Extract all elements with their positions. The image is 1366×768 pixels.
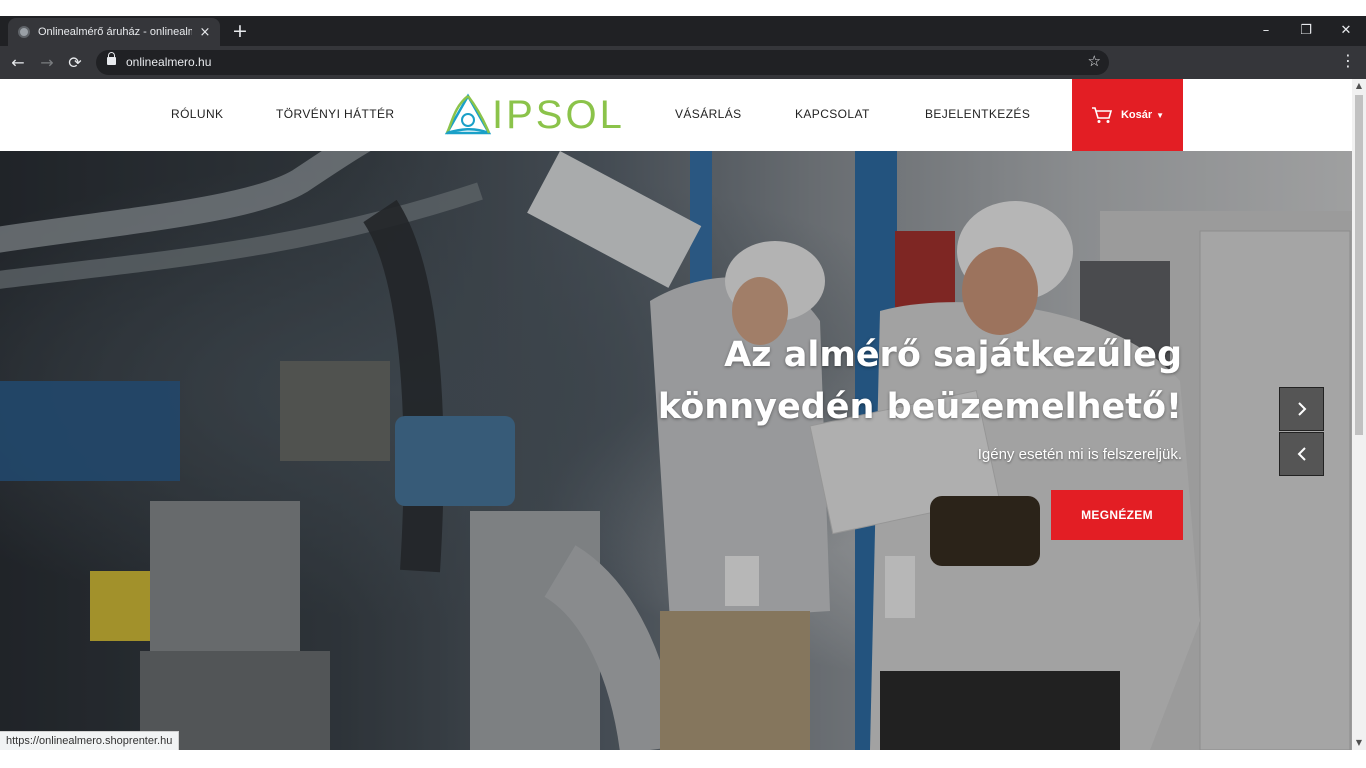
forward-icon[interactable]: → <box>36 52 58 74</box>
status-bar-url: https://onlinealmero.shoprenter.hu <box>0 731 180 750</box>
browser-tabbar: Onlinealmérő áruház - onlinealm × + – ❐ … <box>0 16 1366 46</box>
browser-tab[interactable]: Onlinealmérő áruház - onlinealm × <box>8 18 220 46</box>
slider-next-button[interactable] <box>1279 387 1324 431</box>
nav-kapcsolat[interactable]: KAPCSOLAT <box>795 107 870 121</box>
menu-dots-icon[interactable]: ⋮ <box>1338 51 1358 70</box>
url-text: onlinealmero.hu <box>126 55 212 69</box>
restore-icon[interactable]: ❐ <box>1286 16 1326 46</box>
hero-title-line1: Az almérő sajátkezűleg <box>724 335 1182 375</box>
lock-icon <box>107 52 116 65</box>
caret-down-icon: ▼ <box>1156 110 1165 120</box>
cart-button[interactable]: Kosár ▼ <box>1072 79 1183 151</box>
logo-mark-icon <box>444 93 492 135</box>
star-icon[interactable]: ☆ <box>1088 52 1101 70</box>
reload-icon[interactable]: ⟳ <box>64 52 86 74</box>
chevron-left-icon <box>1297 447 1306 461</box>
megnezem-button[interactable]: MEGNÉZEM <box>1051 490 1183 540</box>
scroll-down-icon[interactable]: ▼ <box>1352 736 1366 750</box>
site-header: RÓLUNK TÖRVÉNYI HÁTTÉR IPSOL VÁSÁRLÁS KA… <box>0 79 1352 151</box>
scrollbar-thumb[interactable] <box>1355 95 1363 435</box>
top-strip <box>0 0 1366 16</box>
chevron-right-icon <box>1297 402 1306 416</box>
hero-subtitle: Igény esetén mi is felszereljük. <box>977 446 1182 463</box>
minimize-icon[interactable]: – <box>1246 16 1286 46</box>
logo-text: IPSOL <box>492 93 625 137</box>
slider-prev-button[interactable] <box>1279 432 1324 476</box>
page-scrollbar[interactable]: ▲ ▼ <box>1352 79 1366 750</box>
nav-vasarlas[interactable]: VÁSÁRLÁS <box>675 107 742 121</box>
globe-icon <box>18 26 30 38</box>
bottom-strip <box>0 750 1366 768</box>
hero-title-line2: könnyedén beüzemelhető! <box>657 387 1182 427</box>
address-bar[interactable]: onlinealmero.hu ☆ <box>96 50 1109 75</box>
back-icon[interactable]: ← <box>7 52 29 74</box>
ipsol-logo[interactable]: IPSOL <box>444 93 622 137</box>
cart-label: Kosár <box>1120 109 1153 121</box>
close-tab-icon[interactable]: × <box>198 25 212 40</box>
hero-slider: Az almérő sajátkezűleg könnyedén beüzeme… <box>0 151 1352 750</box>
scroll-up-icon[interactable]: ▲ <box>1352 79 1366 93</box>
hero-title: Az almérő sajátkezűleg könnyedén beüzeme… <box>582 329 1182 433</box>
browser-toolbar: ← → ⟳ onlinealmero.hu ☆ ⋮ <box>0 46 1366 79</box>
nav-torvenyi-hatter[interactable]: TÖRVÉNYI HÁTTÉR <box>276 107 394 121</box>
tab-title: Onlinealmérő áruház - onlinealm <box>38 26 192 38</box>
nav-rolunk[interactable]: RÓLUNK <box>171 107 223 121</box>
close-window-icon[interactable]: ✕ <box>1326 16 1366 46</box>
nav-bejelentkezes[interactable]: BEJELENTKEZÉS <box>925 107 1030 121</box>
cart-icon <box>1091 107 1112 123</box>
new-tab-button[interactable]: + <box>230 20 250 42</box>
